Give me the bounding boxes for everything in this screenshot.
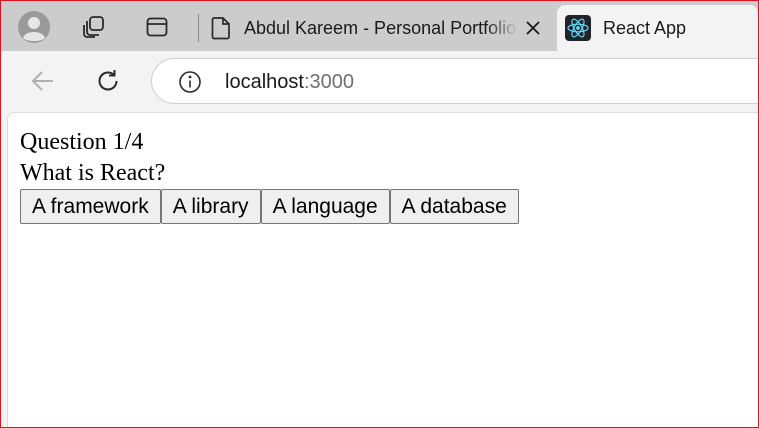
question-text: What is React?	[20, 160, 166, 186]
tab-close-button[interactable]	[522, 17, 544, 39]
address-bar[interactable]: localhost:3000	[151, 58, 758, 104]
question-progress: Question 1/4	[20, 129, 144, 155]
back-button[interactable]	[25, 63, 61, 99]
browser-window: Abdul Kareem - Personal Portfolio React …	[0, 0, 759, 428]
page-icon	[211, 17, 230, 40]
answer-button-language[interactable]: A language	[260, 189, 390, 224]
answer-button-database[interactable]: A database	[389, 189, 519, 224]
profile-button[interactable]	[16, 9, 52, 45]
url-text: localhost:3000	[225, 71, 354, 93]
close-icon	[526, 21, 540, 35]
browser-toolbar: localhost:3000	[1, 51, 758, 111]
url-host: localhost	[225, 71, 304, 93]
tab-actions-icon	[146, 17, 168, 37]
workspaces-button[interactable]	[76, 9, 112, 45]
tab-title: React App	[603, 17, 687, 38]
page-viewport: Question 1/4 What is React? A framework …	[7, 112, 758, 427]
workspaces-icon	[83, 16, 104, 38]
reload-icon	[98, 70, 118, 91]
tab-actions-button[interactable]	[139, 9, 175, 45]
tab-portfolio[interactable]: Abdul Kareem - Personal Portfolio	[202, 5, 554, 51]
url-port: :3000	[303, 71, 354, 93]
info-icon[interactable]	[178, 70, 202, 94]
answer-options: A framework A library A language A datab…	[20, 189, 519, 224]
back-arrow-icon	[31, 71, 53, 91]
answer-button-framework[interactable]: A framework	[20, 189, 161, 224]
reload-button[interactable]	[90, 63, 126, 99]
quiz-container: Question 1/4 What is React? A framework …	[20, 127, 519, 224]
tab-divider	[198, 14, 199, 42]
tab-title: Abdul Kareem - Personal Portfolio	[244, 17, 517, 38]
tab-react-app[interactable]: React App	[557, 5, 758, 51]
profile-avatar-icon	[18, 11, 50, 43]
answer-button-library[interactable]: A library	[160, 189, 261, 224]
react-logo-icon	[565, 15, 591, 41]
tab-strip: Abdul Kareem - Personal Portfolio React …	[1, 1, 758, 51]
